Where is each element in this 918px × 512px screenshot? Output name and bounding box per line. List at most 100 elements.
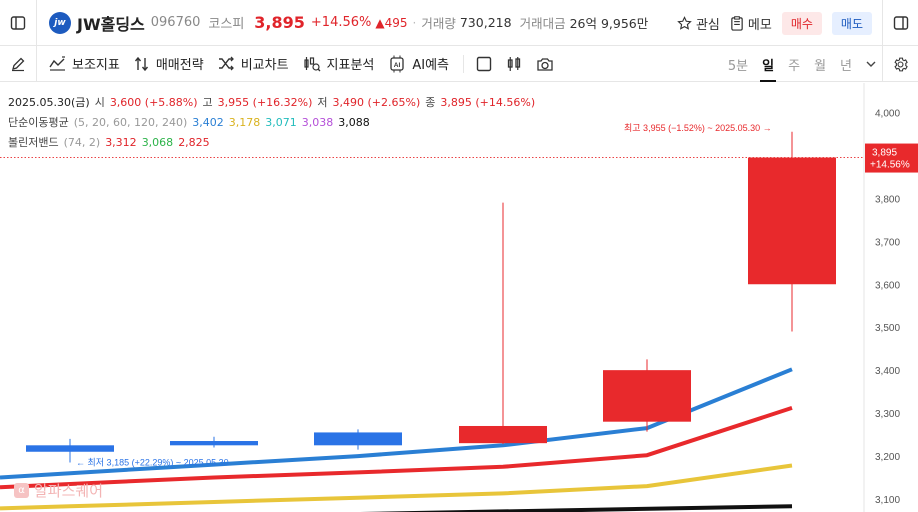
square-icon xyxy=(476,56,492,71)
stock-name[interactable]: JW홀딩스 xyxy=(77,11,145,35)
price-tag-pct: +14.56% xyxy=(870,160,910,171)
indicator-analysis-label: 지표분석 xyxy=(326,58,375,73)
open-label: 시 xyxy=(94,96,105,109)
strategy-label: 매매전략 xyxy=(155,58,204,73)
draw-button[interactable] xyxy=(0,46,36,82)
divider xyxy=(36,45,37,82)
ai-prediction-button[interactable]: AI AI예측 xyxy=(388,54,449,73)
amount-value: 26억 9,956만 xyxy=(569,16,649,31)
bb-mid-value: 3,068 xyxy=(141,136,174,149)
bollinger-params: (74, 2) xyxy=(63,136,101,149)
sma5-value: 3,402 xyxy=(192,116,224,129)
period-more-button[interactable] xyxy=(866,46,876,82)
high-value: 3,955 (+16.32%) xyxy=(217,96,313,109)
compare-chart-button[interactable]: 비교차트 xyxy=(218,54,289,73)
candle-body xyxy=(459,425,547,444)
legend-date: 2025.05.30(금) xyxy=(8,96,90,109)
chevron-down-icon xyxy=(866,61,876,67)
memo-label: 메모 xyxy=(747,17,772,33)
separator-dot: · xyxy=(412,15,417,30)
indicators-button[interactable]: 보조지표 xyxy=(49,54,120,73)
sma-legend[interactable]: 단순이동평균 (5, 20, 60, 120, 240) 3,402 3,178… xyxy=(8,113,535,133)
bb-lower-value: 2,825 xyxy=(178,136,210,149)
camera-icon xyxy=(537,57,553,71)
pencil-icon xyxy=(12,57,25,71)
period-selector: 5분 일 주 월 년 xyxy=(728,46,876,82)
sell-button[interactable]: 매도 xyxy=(831,11,872,35)
low-value: 3,490 (+2.65%) xyxy=(332,96,421,109)
settings-button[interactable] xyxy=(882,46,918,82)
sma60-value: 3,071 xyxy=(265,116,297,129)
amount-label: 거래대금 xyxy=(519,16,566,31)
high-annotation: 최고 3,955 (−1.52%) ~ 2025.05.30 → xyxy=(624,123,772,133)
candle-body xyxy=(748,157,836,285)
stock-code: 096760 xyxy=(150,15,201,30)
period-week[interactable]: 주 xyxy=(788,46,800,82)
volume-label: 거래량 xyxy=(421,16,456,31)
chart-type-button[interactable] xyxy=(506,56,522,72)
y-tick-label: 3,800 xyxy=(875,194,900,205)
screenshot-button[interactable] xyxy=(536,56,554,72)
close-label: 종 xyxy=(425,96,436,109)
chart-toolbar: 보조지표 매매전략 비교차트 지표분석 AI AI예측 5분 일 주 월 년 xyxy=(0,45,918,82)
interest-button[interactable]: 관심 xyxy=(677,14,720,33)
candle-body xyxy=(26,445,114,452)
period-5min[interactable]: 5분 xyxy=(728,46,748,82)
memo-icon xyxy=(731,15,743,31)
shuffle-icon xyxy=(218,56,234,71)
candle-search-icon xyxy=(303,56,320,71)
buy-button[interactable]: 매수 xyxy=(781,11,822,35)
y-tick-label: 4,000 xyxy=(875,108,900,119)
star-icon xyxy=(677,15,692,30)
price-tag-value: 3,895 xyxy=(872,148,897,159)
low-annotation: ← 최저 3,185 (+22.29%) ~ 2025.05.30 xyxy=(76,457,229,467)
sma120-value: 3,038 xyxy=(301,116,334,129)
candlestick-icon xyxy=(507,56,521,71)
y-tick-label: 3,500 xyxy=(875,323,900,334)
sma-label: 단순이동평균 xyxy=(8,116,69,129)
indicators-label: 보조지표 xyxy=(72,58,120,73)
ai-chip-icon: AI xyxy=(390,55,405,72)
y-tick-label: 3,400 xyxy=(875,366,900,377)
period-day[interactable]: 일 xyxy=(760,46,777,82)
bb-upper-value: 3,312 xyxy=(105,136,137,149)
gear-icon xyxy=(894,57,908,71)
sma-params: (5, 20, 60, 120, 240) xyxy=(73,116,188,129)
candle-body xyxy=(603,370,691,422)
strategy-button[interactable]: 매매전략 xyxy=(134,54,204,73)
high-label: 고 xyxy=(202,96,213,109)
volume-value: 730,218 xyxy=(459,15,512,30)
indicator-analysis-button[interactable]: 지표분석 xyxy=(303,54,375,73)
y-tick-label: 3,100 xyxy=(875,495,900,506)
bollinger-legend[interactable]: 볼린저밴드 (74, 2) 3,312 3,068 2,825 xyxy=(8,133,535,153)
watermark: α 알파스퀘어 xyxy=(14,480,103,501)
watermark-text: 알파스퀘어 xyxy=(34,482,104,500)
trade-arrows-icon xyxy=(134,56,148,71)
period-month[interactable]: 월 xyxy=(814,46,826,82)
watermark-logo-icon: α xyxy=(14,483,29,498)
change-amount: ▲495 xyxy=(375,15,408,30)
chart-legend: 2025.05.30(금) 시 3,600 (+5.88%) 고 3,955 (… xyxy=(8,93,535,153)
right-panel-toggle-button[interactable] xyxy=(882,0,918,46)
sidebar-right-icon xyxy=(893,16,908,30)
memo-button[interactable]: 메모 xyxy=(730,14,772,33)
svg-text:AI: AI xyxy=(394,62,401,69)
interest-label: 관심 xyxy=(695,17,720,33)
divider xyxy=(36,0,37,46)
candle-body xyxy=(170,441,258,446)
sma20-value: 3,178 xyxy=(228,116,261,129)
price-chart[interactable]: 4,0003,9003,8003,7003,6003,5003,4003,300… xyxy=(0,83,918,512)
company-logo: jw xyxy=(49,11,71,34)
y-tick-label: 3,700 xyxy=(875,237,900,248)
sma240-line xyxy=(359,504,793,512)
period-year[interactable]: 년 xyxy=(840,46,852,82)
compare-chart-label: 비교차트 xyxy=(240,58,289,73)
chart-layout-button[interactable] xyxy=(476,56,492,72)
open-value: 3,600 (+5.88%) xyxy=(109,96,198,109)
stock-header: jw JW홀딩스 096760 코스피 3,895 +14.56% ▲495 ·… xyxy=(0,0,918,46)
ai-prediction-label: AI예측 xyxy=(412,58,450,73)
candle-body xyxy=(314,432,402,446)
panel-toggle-button[interactable] xyxy=(0,0,36,46)
sma240-value: 3,088 xyxy=(338,116,370,129)
bollinger-label: 볼린저밴드 xyxy=(8,136,59,149)
